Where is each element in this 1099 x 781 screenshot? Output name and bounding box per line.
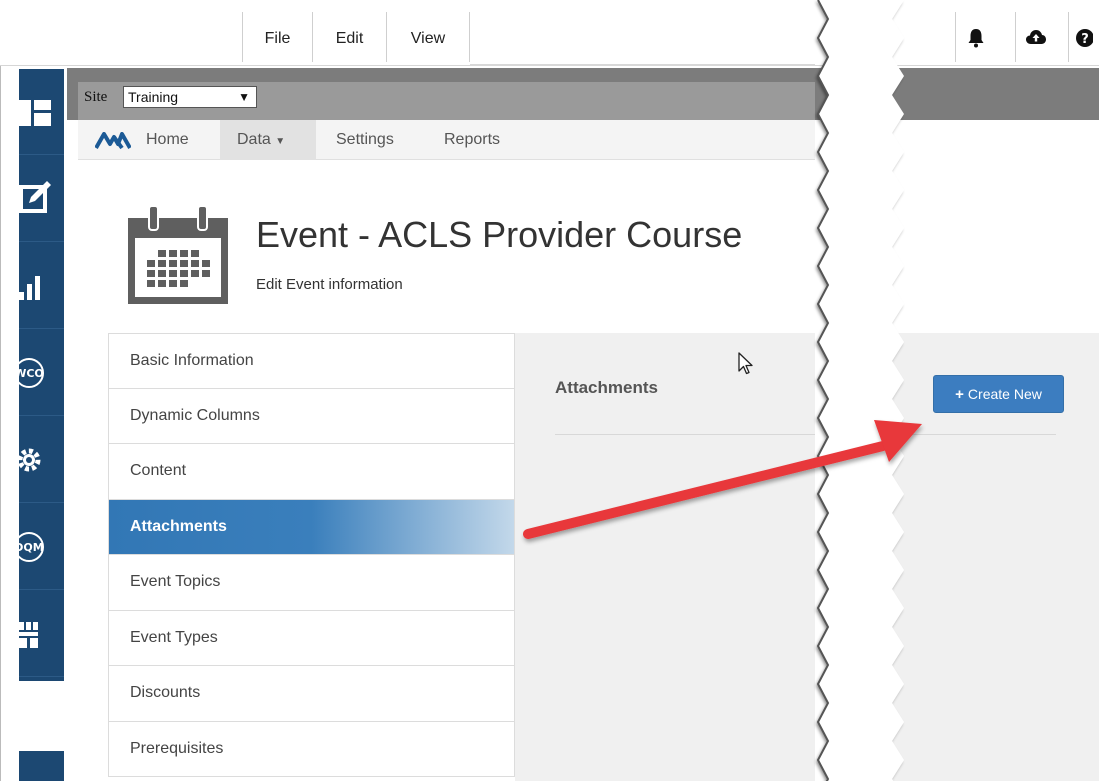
caret-down-icon: ▼	[275, 136, 286, 147]
cloud-upload-icon[interactable]	[1015, 12, 1055, 62]
layout-icon[interactable]	[19, 69, 64, 155]
app-sidebar: WCO DQM	[19, 69, 64, 681]
menu-file[interactable]: File	[242, 12, 313, 62]
create-new-button[interactable]: + Create New	[933, 375, 1064, 413]
chevron-down-icon: ▼	[238, 90, 250, 104]
nav-data[interactable]: Data ▼	[237, 131, 285, 149]
wco-icon[interactable]: WCO	[19, 330, 64, 416]
torn-edge-divider	[816, 0, 904, 781]
pane-divider-right	[890, 434, 1056, 435]
calendar-icon	[128, 205, 228, 304]
site-bar-right	[890, 68, 1099, 120]
svg-text:DQM: DQM	[19, 541, 44, 554]
org-chart-icon[interactable]	[19, 591, 64, 677]
torn-edge-band	[818, 0, 904, 781]
section-tabs: Basic Information Dynamic Columns Conten…	[108, 333, 515, 777]
menu-view[interactable]: View	[387, 12, 470, 62]
pane-title: Attachments	[555, 378, 658, 397]
pane-divider	[555, 434, 815, 435]
tab-event-topics[interactable]: Event Topics	[108, 555, 515, 611]
tab-discounts[interactable]: Discounts	[108, 666, 515, 722]
menu-divider	[470, 64, 815, 66]
page-subtitle: Edit Event information	[256, 276, 403, 293]
help-icon[interactable]: ?	[1068, 12, 1099, 62]
nav-settings[interactable]: Settings	[336, 131, 394, 149]
logo-icon[interactable]	[94, 132, 132, 155]
mouse-cursor-icon	[738, 352, 754, 381]
svg-text:?: ?	[1081, 32, 1089, 47]
sidebar-footer	[19, 751, 64, 781]
tab-basic-information[interactable]: Basic Information	[108, 333, 515, 389]
page-title: Event - ACLS Provider Course	[256, 214, 743, 255]
nav-reports[interactable]: Reports	[444, 131, 500, 149]
content-pane	[515, 333, 815, 781]
plus-icon: +	[955, 385, 964, 403]
site-label: Site	[84, 89, 108, 105]
tab-attachments[interactable]: Attachments	[108, 499, 515, 555]
site-select-value: Training	[128, 89, 179, 105]
menu-edit[interactable]: Edit	[313, 12, 387, 62]
edit-icon[interactable]	[19, 156, 64, 242]
gear-icon[interactable]	[19, 417, 64, 503]
bell-icon[interactable]	[955, 12, 995, 62]
create-new-label: Create New	[967, 386, 1042, 402]
tab-content[interactable]: Content	[108, 444, 515, 500]
bar-chart-icon[interactable]	[19, 243, 64, 329]
tab-event-types[interactable]: Event Types	[108, 610, 515, 666]
site-select[interactable]: Training ▼	[123, 86, 257, 108]
menu-bar	[0, 0, 1099, 66]
svg-text:WCO: WCO	[19, 367, 44, 380]
nav-data-label: Data	[237, 131, 271, 148]
tab-dynamic-columns[interactable]: Dynamic Columns	[108, 388, 515, 444]
nav-home[interactable]: Home	[146, 131, 189, 149]
tab-prerequisites[interactable]: Prerequisites	[108, 721, 515, 777]
dqm-icon[interactable]: DQM	[19, 504, 64, 590]
